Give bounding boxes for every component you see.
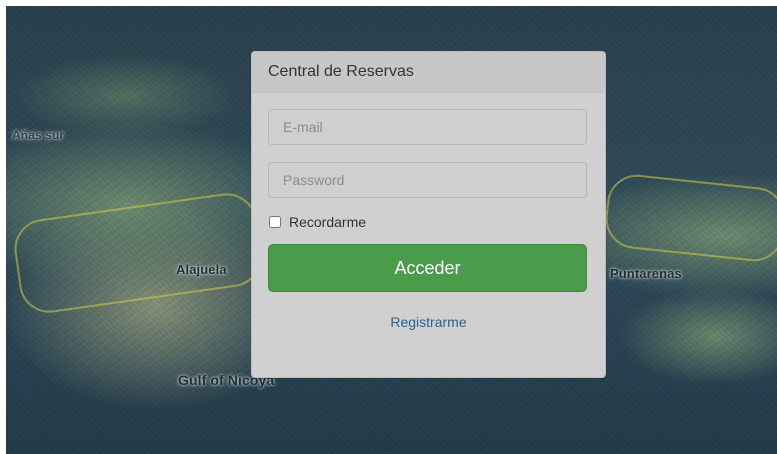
map-label-top-left: Añas sur <box>12 128 65 142</box>
register-link[interactable]: Registrarme <box>268 314 589 330</box>
login-button[interactable]: Acceder <box>268 244 587 292</box>
login-panel: Central de Reservas Recordarme Acceder R… <box>251 51 606 378</box>
remember-label[interactable]: Recordarme <box>289 214 366 230</box>
map-label-puntarenas: Puntarenas <box>610 266 682 281</box>
remember-row: Recordarme <box>268 212 589 232</box>
remember-checkbox[interactable] <box>269 216 281 228</box>
panel-heading: Central de Reservas <box>252 52 605 93</box>
panel-body: Recordarme Acceder Registrarme <box>252 93 605 330</box>
password-input[interactable] <box>268 162 587 198</box>
map-boundary-line <box>602 171 777 265</box>
email-input[interactable] <box>268 109 587 145</box>
panel-title: Central de Reservas <box>268 63 414 80</box>
map-boundary-line <box>10 189 266 317</box>
map-label-alajuela: Alajuela <box>176 262 227 277</box>
